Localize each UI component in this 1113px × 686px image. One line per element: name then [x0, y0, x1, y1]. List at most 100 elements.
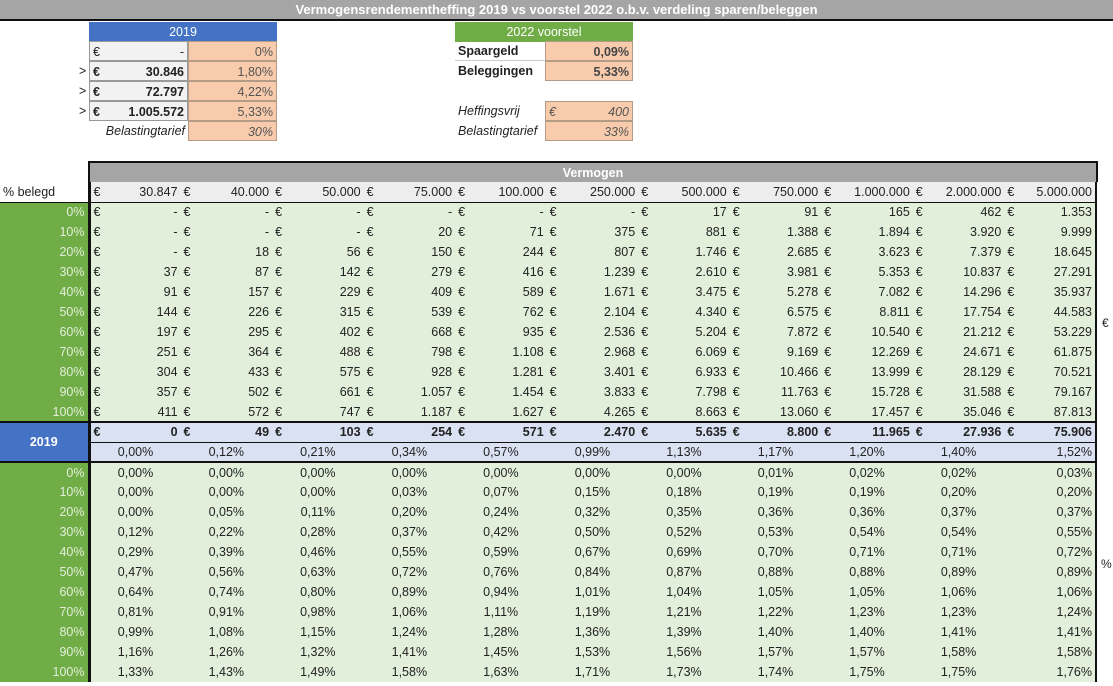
euro-sign: € [275, 184, 283, 199]
euro-sign: € [641, 345, 649, 359]
table-cell: 0,94% [455, 582, 547, 602]
table-cell: 0,02% [821, 462, 913, 482]
euro-sign: € [366, 225, 374, 239]
euro-sign: € [824, 184, 832, 199]
table-cell: €7.082 [821, 282, 913, 302]
table-cell: 1,45% [455, 642, 547, 662]
cell-value: 6.069 [695, 345, 727, 359]
table-cell: €11.965 [821, 422, 913, 443]
column-header: €30.847 [89, 182, 181, 203]
cell-value: 142 [339, 265, 361, 279]
table-cell: €6.933 [638, 362, 730, 382]
table-cell: 0,88% [821, 562, 913, 582]
table-cell: 0,59% [455, 542, 547, 562]
euro-sign: € [93, 404, 101, 419]
return-rate[interactable]: 4,22% [188, 81, 277, 101]
cell-value: 35.046 [963, 404, 1002, 419]
threshold-prefix: > [79, 84, 87, 98]
cell-value: 7.379 [970, 245, 1002, 259]
spaargeld-value[interactable]: 0,09% [545, 41, 633, 61]
table-row: 70% €251 €364 €488 €798 €1.108 €2.968 €6.069 €9.… [0, 342, 1097, 362]
table-cell: 0,42% [455, 522, 547, 542]
table-cell: €18.645 [1004, 242, 1097, 262]
euro-sign: € [549, 184, 557, 199]
euro-sign: € [824, 425, 832, 440]
table-cell: €53.229 [1004, 322, 1097, 342]
euro-sign: € [458, 225, 466, 239]
spaargeld-label: Spaargeld [455, 41, 545, 61]
euro-sign: € [824, 265, 832, 279]
heffingsvrij-value[interactable]: €400 [545, 101, 633, 121]
euro-sign: € [93, 205, 101, 220]
return-rate[interactable]: 5,33% [188, 101, 277, 121]
row-label: 50% [0, 562, 91, 582]
return-rate[interactable]: 0% [188, 41, 277, 61]
table-cell: 0,71% [912, 542, 1005, 562]
cell-value: 935 [522, 325, 544, 339]
table-cell: 0,00% [180, 462, 273, 482]
table-cell: 0,35% [638, 502, 730, 522]
cell-value: 56 [346, 245, 361, 259]
table-cell: 0,72% [363, 562, 456, 582]
table-cell: € - [89, 242, 181, 262]
euro-sign: € [732, 265, 740, 279]
cell-value: 18.645 [1053, 245, 1092, 259]
table-cell: 1,58% [363, 662, 456, 682]
threshold-amount: €72.797 [89, 81, 188, 101]
cell-value: - [356, 225, 361, 239]
table-cell: €165 [821, 202, 913, 222]
euro-sign: € [732, 205, 740, 220]
euro-sign: € [732, 285, 740, 299]
euro-sign: € [275, 345, 283, 359]
table-cell: 0,00% [89, 482, 181, 502]
table-row: 90% 1,16% 1,26% 1,32% 1,41% 1,45% 1,53% 1,56% 1,… [0, 642, 1097, 662]
euro-sign: € [1007, 385, 1015, 399]
table-row: 30% €37 €87 €142 €279 €416 €1.239 €2.610 €3.981 €… [0, 262, 1097, 282]
table-cell: 0,47% [89, 562, 181, 582]
cell-value: 661 [339, 385, 361, 399]
table-row: 20% 0,00% 0,05% 0,11% 0,20% 0,24% 0,32% 0,35% 0,… [0, 502, 1097, 522]
cell-value: 13.060 [780, 404, 819, 419]
table-cell: € - [89, 222, 181, 242]
belastingtarief-2022-value[interactable]: 33% [545, 121, 633, 141]
euro-sign: € [915, 425, 923, 440]
euro-sign: € [366, 184, 374, 199]
table-cell: € - [363, 202, 456, 222]
box-2019-header: 2019 [89, 22, 277, 42]
cell-value: 1.746 [695, 245, 727, 259]
euro-sign: € [732, 404, 740, 419]
euro-sign: € [824, 205, 832, 220]
cell-value: 2.104 [603, 305, 636, 319]
return-rate[interactable]: 1,80% [188, 61, 277, 81]
column-header: €50.000 [272, 182, 364, 203]
cell-value: 1.454 [512, 385, 544, 399]
belastingtarief-2019-value[interactable]: 30% [188, 121, 277, 141]
euro-sign: € [824, 225, 832, 239]
cell-value: - [173, 205, 178, 220]
cell-value: 10.540 [871, 325, 910, 339]
euro-sign: € [275, 385, 283, 399]
table-cell: 1,32% [272, 642, 364, 662]
table-cell: 0,89% [363, 582, 456, 602]
euro-sign: € [549, 245, 557, 259]
cell-value: 416 [522, 265, 544, 279]
table-cell: 1,74% [729, 662, 822, 682]
cell-value: 1.281 [512, 365, 544, 379]
table-cell: €10.837 [912, 262, 1005, 282]
table-cell: 1,49% [272, 662, 364, 682]
beleggingen-value[interactable]: 5,33% [545, 61, 633, 81]
euro-sign: € [641, 245, 649, 259]
table-cell: €416 [455, 262, 547, 282]
table-cell: 0,64% [89, 582, 181, 602]
table-cell: €9.169 [729, 342, 822, 362]
table-cell: €12.269 [821, 342, 913, 362]
table-cell: € - [455, 202, 547, 222]
euro-sign: € [641, 365, 649, 379]
row-label: 80% [0, 622, 91, 642]
table-cell: €2.470 [546, 422, 639, 443]
cell-value: 8.800 [786, 425, 819, 440]
threshold-amount: €30.846 [89, 61, 188, 81]
cell-value: 251 [156, 345, 178, 359]
table-cell: €8.811 [821, 302, 913, 322]
column-header: €2.000.000 [912, 182, 1005, 203]
